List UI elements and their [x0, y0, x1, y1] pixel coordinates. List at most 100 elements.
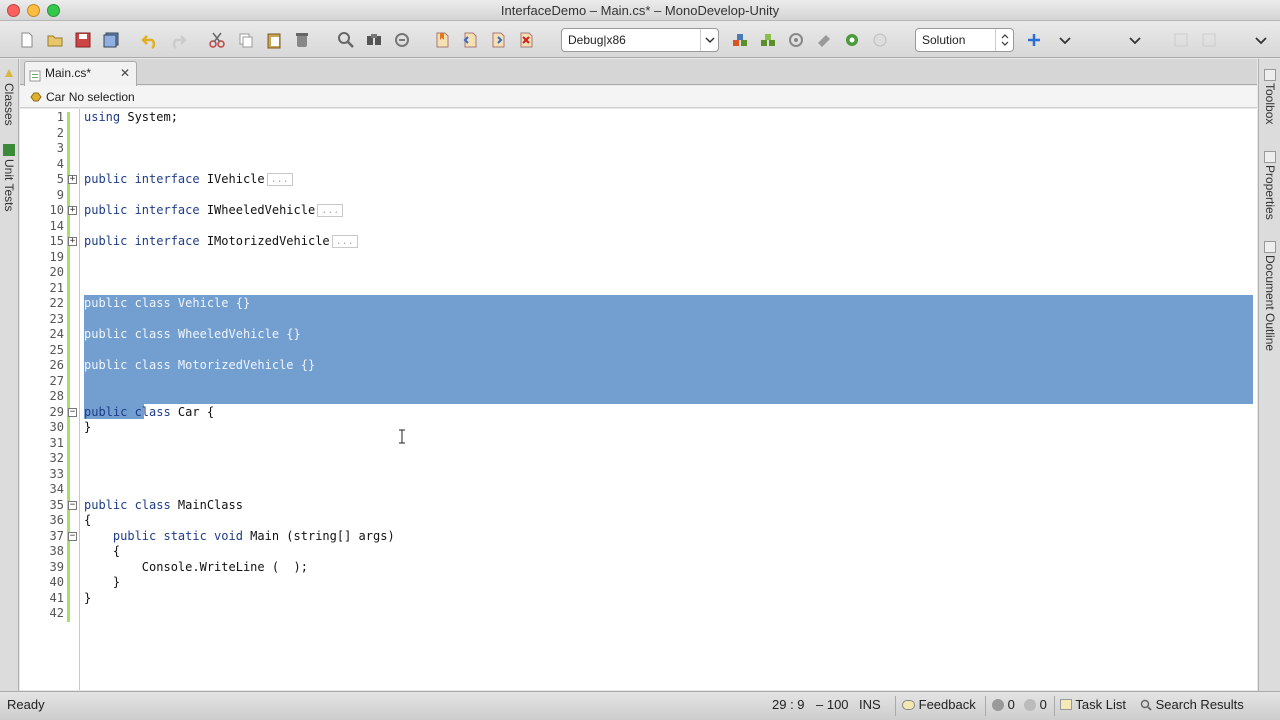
breadcrumb-class[interactable]: Car [46, 90, 65, 104]
window-close-button[interactable] [7, 4, 20, 17]
code-line[interactable]: Console.WriteLine ( ); [84, 560, 308, 576]
code-editor[interactable]: 1 2 3 4 5 +9 10 +14 15 +19 20 21 22 23 24 25 26 27 28 29−30… [20, 109, 1257, 690]
line-number: 39 [49, 559, 64, 574]
bookmark-toggle-icon[interactable] [432, 30, 452, 50]
chevron-down-icon[interactable] [1125, 30, 1145, 50]
cut-icon[interactable] [207, 30, 227, 50]
tab-main-cs[interactable]: Main.cs* ✕ [24, 61, 137, 86]
classes-pad-tab[interactable]: Classes [2, 83, 16, 126]
keyword-token: public interface [84, 203, 200, 217]
code-line[interactable]: } [84, 420, 91, 436]
folded-region-marker[interactable]: ... [266, 173, 293, 186]
line-number: 4 [56, 156, 64, 171]
save-all-icon[interactable] [101, 30, 121, 50]
code-line[interactable]: using System; [84, 110, 178, 126]
find-icon[interactable] [336, 30, 356, 50]
layout-icon[interactable] [1199, 30, 1219, 50]
rebuild-icon[interactable] [758, 30, 778, 50]
unit-tests-pad-tab[interactable]: Unit Tests [2, 159, 16, 211]
run-icon[interactable] [786, 30, 806, 50]
configuration-combo[interactable]: Debug|x86 [561, 28, 719, 52]
bookmark-previous-icon[interactable] [460, 30, 480, 50]
undo-icon[interactable] [140, 30, 160, 50]
fold-expand-icon[interactable]: + [68, 175, 77, 184]
code-line[interactable]: public class WheeledVehicle {} [84, 327, 301, 343]
line-number: 5 [56, 172, 64, 186]
zoom-level[interactable]: – 100 [816, 692, 849, 718]
chevron-down-icon[interactable] [1251, 30, 1271, 50]
code-token: } [84, 420, 92, 434]
window-zoom-button[interactable] [47, 4, 60, 17]
code-line[interactable]: public interface IWheeledVehicle... [84, 203, 344, 219]
debug-icon[interactable] [842, 30, 862, 50]
properties-icon [1264, 151, 1276, 163]
line-number: 23 [49, 311, 64, 326]
paste-icon[interactable] [264, 30, 284, 50]
code-line[interactable]: public interface IVehicle... [84, 172, 293, 188]
line-number: 27 [49, 373, 64, 388]
line-number: 31 [49, 435, 64, 450]
search-scope-combo[interactable]: Solution [915, 28, 1014, 52]
search-results-button[interactable]: Search Results [1140, 692, 1244, 718]
code-text-area[interactable]: using System; public interface IVehicle..… [81, 109, 1257, 690]
find-in-files-icon[interactable] [364, 30, 384, 50]
save-icon[interactable] [73, 30, 93, 50]
code-line[interactable]: public class MotorizedVehicle {} [84, 358, 315, 374]
toolbox-pad-tab[interactable]: Toolbox [1263, 83, 1277, 124]
copy-icon[interactable] [236, 30, 256, 50]
code-line[interactable]: public interface IMotorizedVehicle... [84, 234, 358, 250]
properties-pad-tab[interactable]: Properties [1263, 165, 1277, 220]
fold-expand-icon[interactable]: + [68, 237, 77, 246]
title-bar: InterfaceDemo – Main.cs* – MonoDevelop-U… [0, 0, 1280, 21]
code-line[interactable]: public class MainClass [84, 498, 243, 514]
new-file-icon[interactable] [17, 30, 37, 50]
line-number: 36 [49, 513, 64, 527]
replace-icon[interactable] [392, 30, 412, 50]
close-icon[interactable]: ✕ [120, 62, 130, 84]
task-list-button[interactable]: Task List [1060, 692, 1126, 718]
build-icon[interactable] [730, 30, 750, 50]
document-outline-icon [1264, 241, 1276, 253]
right-pad-strip: Toolbox Properties Document Outline [1258, 59, 1280, 691]
stop-icon[interactable] [870, 30, 890, 50]
warnings-indicator[interactable]: 0 [1024, 692, 1047, 718]
code-line[interactable]: public class Vehicle {} [84, 296, 250, 312]
code-line[interactable]: } [84, 591, 91, 607]
error-icon [992, 699, 1004, 711]
feedback-button[interactable]: Feedback [902, 692, 976, 718]
attach-debugger-icon[interactable] [814, 30, 834, 50]
chevron-down-icon[interactable] [1055, 30, 1075, 50]
keyword-token: public interface [84, 172, 200, 186]
bookmark-next-icon[interactable] [488, 30, 508, 50]
layout-icon[interactable] [1171, 30, 1191, 50]
stepper-icon [995, 29, 1013, 51]
fold-collapse-icon[interactable]: − [68, 531, 77, 541]
delete-icon[interactable] [292, 30, 312, 50]
add-icon[interactable] [1024, 30, 1044, 50]
folded-region-marker[interactable]: ... [331, 235, 358, 248]
fold-collapse-icon[interactable]: − [68, 500, 77, 510]
open-folder-icon[interactable] [45, 30, 65, 50]
fold-collapse-icon[interactable]: − [68, 407, 77, 417]
code-line[interactable]: { [84, 513, 91, 529]
line-number: 9 [56, 187, 64, 202]
window-minimize-button[interactable] [27, 4, 40, 17]
line-number: 38 [49, 544, 64, 558]
folded-region-marker[interactable]: ... [317, 204, 344, 217]
code-token: MainClass [170, 497, 243, 512]
code-line[interactable]: } [84, 575, 120, 591]
code-line[interactable]: public static void Main (string[] args) [84, 529, 395, 545]
code-token: Vehicle {} [170, 296, 251, 310]
code-line[interactable]: { [84, 544, 120, 560]
task-list-icon [1060, 699, 1072, 710]
errors-indicator[interactable]: 0 [992, 692, 1015, 718]
bookmark-clear-icon[interactable] [516, 30, 536, 50]
left-pad-strip: Classes Unit Tests [0, 59, 19, 691]
breadcrumb-member[interactable]: No selection [69, 90, 135, 104]
line-number: 10 [49, 203, 64, 217]
line-number: 40 [49, 575, 64, 589]
redo-icon[interactable] [168, 30, 188, 50]
document-outline-pad-tab[interactable]: Document Outline [1263, 255, 1277, 351]
fold-expand-icon[interactable]: + [68, 206, 77, 215]
code-line[interactable]: public class Car { [84, 405, 214, 421]
